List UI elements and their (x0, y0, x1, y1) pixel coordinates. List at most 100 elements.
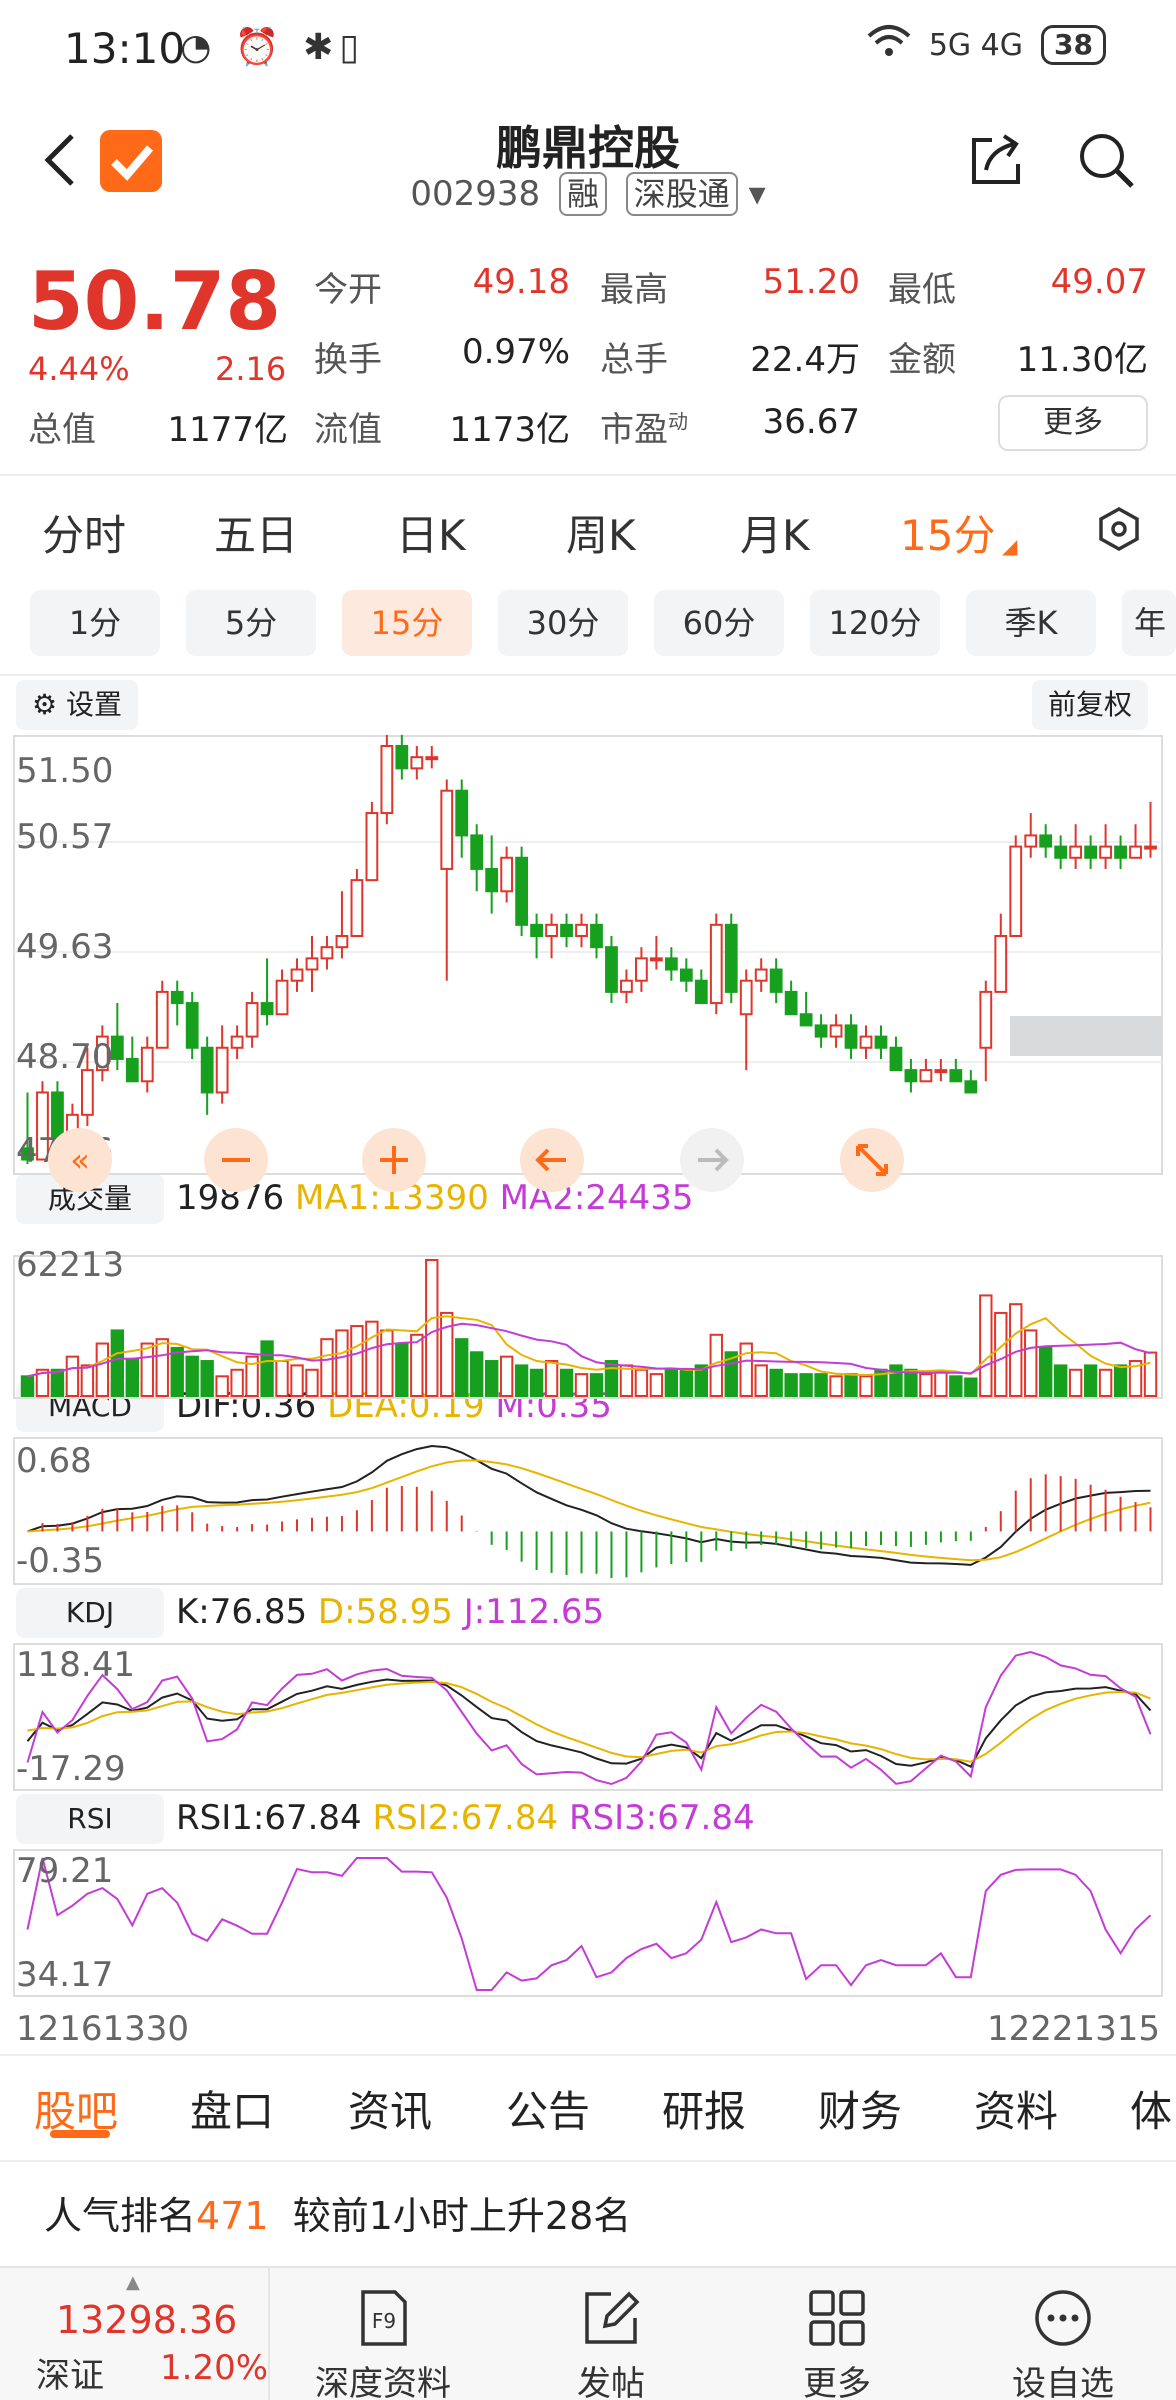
adjust-button[interactable]: 前复权 (1032, 680, 1149, 730)
period-tabs: 分时 五日 日K 周K 月K 15分 ◢ (0, 490, 1176, 570)
volume-bar (155, 1338, 169, 1398)
volume-bar (814, 1373, 828, 1397)
macd-dif-line (27, 1444, 1151, 1566)
volume-bar (1053, 1364, 1068, 1397)
tab-five-day[interactable]: 五日 (214, 502, 298, 563)
candle-body (1114, 845, 1127, 859)
volume-max-tick: 62213 (16, 1245, 124, 1285)
macd-tick: -0.35 (16, 1541, 104, 1581)
kdj-tick: 118.41 (16, 1645, 135, 1685)
candle-body (904, 1069, 918, 1083)
tab-intraday[interactable]: 分时 (42, 502, 126, 563)
candle (620, 969, 633, 1004)
search-icon[interactable] (1076, 130, 1136, 190)
candle (185, 991, 199, 1059)
candle-body (395, 745, 409, 770)
chart-settings-button[interactable]: ⚙ 设置 (16, 680, 139, 730)
float-cap-value: 1173亿 (449, 410, 570, 450)
add-watchlist-button[interactable]: 设自选 (988, 2288, 1138, 2400)
divider (0, 2054, 1176, 2056)
more-menu-button[interactable]: 更多 (762, 2288, 912, 2400)
candle (350, 868, 364, 937)
tab-monthly-k[interactable]: 月K (740, 502, 810, 563)
candle-body (934, 1069, 948, 1074)
candle-body (320, 946, 334, 960)
candle-body (110, 1035, 124, 1060)
tab-weekly-k[interactable]: 周K (566, 502, 636, 563)
share-button[interactable] (966, 130, 1026, 190)
edit-icon (581, 2288, 641, 2348)
popularity-rank[interactable]: 人气排名471 较前1小时上升28名 (44, 2185, 631, 2240)
interval-tabs: 1分 5分 15分 30分 60分 120分 季K 年 (0, 590, 1176, 656)
post-button[interactable]: 发帖 (536, 2288, 686, 2400)
volume-bar (934, 1370, 948, 1397)
volume-bar (95, 1342, 110, 1398)
candle (1024, 813, 1038, 858)
volume-bar (859, 1375, 873, 1398)
tab-announcements[interactable]: 公告 (506, 2078, 590, 2139)
candle-body (275, 979, 289, 1016)
tab-more[interactable]: 体 (1130, 2078, 1172, 2139)
pe-label: 市盈动 (600, 409, 688, 450)
candle (305, 936, 319, 992)
tab-finance[interactable]: 财务 (818, 2078, 902, 2139)
hexagon-settings-icon[interactable] (1096, 506, 1142, 556)
volume-bar (380, 1329, 394, 1397)
interval-60min[interactable]: 60分 (654, 590, 784, 656)
candle (724, 913, 738, 1004)
tab-research[interactable]: 研报 (662, 2078, 746, 2139)
margin-tag: 融 (558, 172, 607, 216)
caret-down-icon[interactable]: ▾ (749, 174, 766, 214)
candle (290, 958, 304, 992)
candle-body (605, 946, 618, 993)
current-price-marker (1010, 1016, 1162, 1056)
gear-icon: ⚙ (32, 688, 58, 721)
candle-body (754, 968, 768, 982)
volume-bar (305, 1368, 319, 1397)
volume-bar (994, 1311, 1008, 1397)
interval-quarter-k[interactable]: 季K (966, 590, 1096, 656)
scroll-left-button[interactable]: « (48, 1128, 112, 1192)
candle-body (365, 812, 379, 882)
pe-value: 36.67 (762, 402, 860, 442)
index-ticker[interactable]: ▲ 13298.36 深证 1.20% (0, 2268, 270, 2400)
candle-body (844, 1024, 858, 1049)
connect-tag[interactable]: 深股通 (625, 172, 738, 216)
zoom-in-button[interactable] (362, 1128, 426, 1192)
tab-news[interactable]: 资讯 (348, 2078, 432, 2139)
candle (1084, 835, 1098, 869)
deep-data-button[interactable]: F9 深度资料 (308, 2288, 458, 2400)
tab-profile[interactable]: 资料 (974, 2078, 1058, 2139)
volume-bar (649, 1373, 664, 1397)
candle-body (425, 756, 439, 761)
volume-bar (290, 1364, 304, 1397)
interval-120min[interactable]: 120分 (810, 590, 940, 656)
kline-chart[interactable]: 51.50 50.57 49.63 48.70 47.76 62213 0.68… (0, 730, 1176, 2050)
status-icons: ◔ ⏰ ✱▯ (180, 27, 366, 68)
tab-orderbook[interactable]: 盘口 (190, 2078, 274, 2139)
tab-15min[interactable]: 15分 (900, 502, 995, 563)
volume-bar (215, 1375, 229, 1398)
zoom-out-button[interactable] (204, 1128, 268, 1192)
volume-bar (20, 1375, 35, 1398)
volume-bar (365, 1320, 379, 1397)
interval-30min[interactable]: 30分 (498, 590, 628, 656)
interval-5min[interactable]: 5分 (186, 590, 316, 656)
candle (769, 958, 783, 1004)
move-right-button[interactable] (680, 1128, 744, 1192)
move-left-button[interactable] (520, 1128, 584, 1192)
candle (1114, 835, 1127, 869)
interval-15min[interactable]: 15分 (342, 590, 472, 656)
candle (320, 936, 334, 970)
interval-year-k[interactable]: 年 (1122, 590, 1176, 656)
candle-body (874, 1035, 888, 1049)
interval-1min[interactable]: 1分 (30, 590, 160, 656)
candle-body (410, 756, 424, 770)
tab-daily-k[interactable]: 日K (396, 502, 466, 563)
candle-body (799, 1013, 813, 1027)
candle-body (724, 923, 738, 993)
more-button[interactable]: 更多 (998, 395, 1148, 451)
volume-bar (559, 1368, 574, 1397)
candle-body (964, 1080, 978, 1094)
fullscreen-button[interactable] (840, 1128, 904, 1192)
